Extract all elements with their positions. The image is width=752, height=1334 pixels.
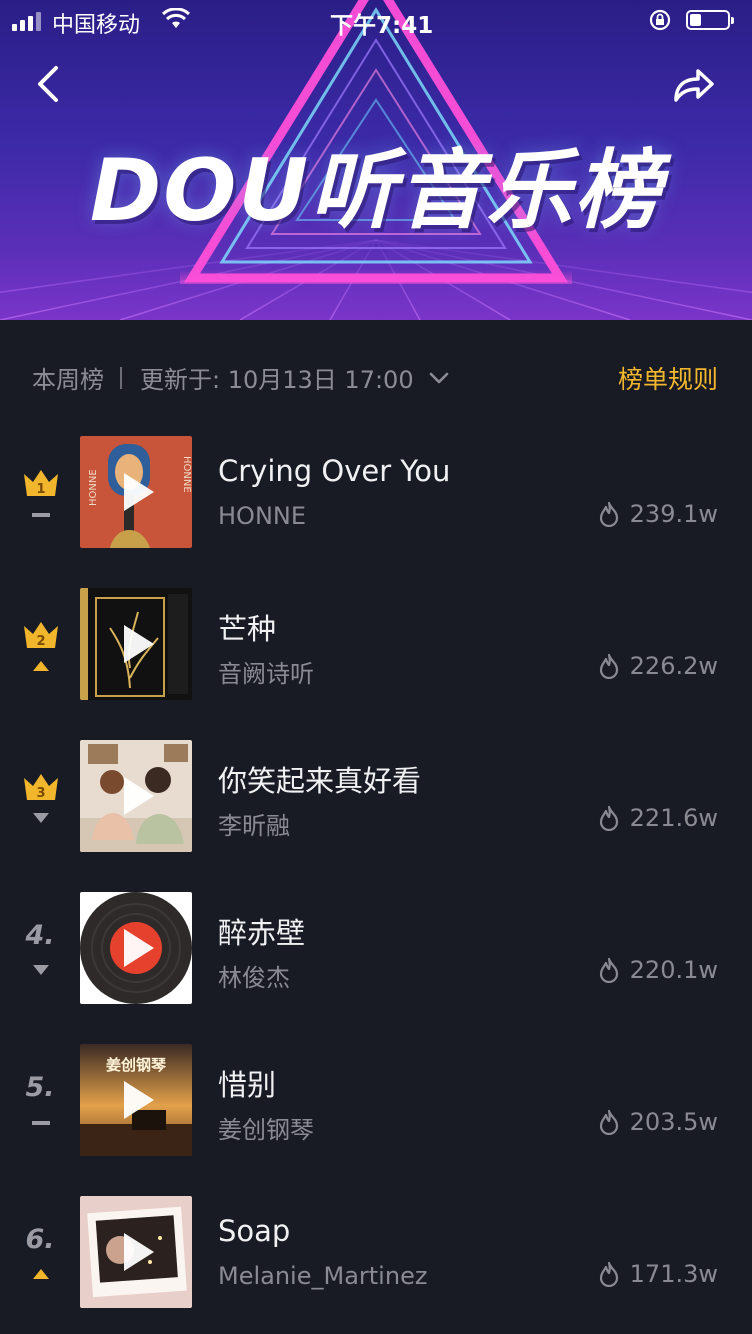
signal-strength-icon bbox=[12, 12, 41, 31]
clock: 下午7:41 bbox=[330, 13, 434, 39]
banner-title: DOU听音乐榜 bbox=[89, 141, 663, 241]
rank-number: 5. bbox=[25, 1072, 55, 1103]
song-artist: 音阙诗听 bbox=[218, 660, 314, 688]
music-chart-screen: 中国移动 下午7:41 DOU听音乐榜 本周榜 更新于: 10月13日 17:0… bbox=[0, 0, 752, 1334]
play-icon[interactable] bbox=[80, 1044, 192, 1156]
song-artist: Melanie_Martinez bbox=[218, 1262, 428, 1290]
song-title: 醉赤壁 bbox=[218, 916, 306, 950]
heat-count: 171.3w bbox=[598, 1260, 718, 1288]
play-icon[interactable] bbox=[80, 740, 192, 852]
heat-count: 221.6w bbox=[598, 804, 718, 832]
rank-indicator: 2 bbox=[14, 616, 68, 686]
heat-value: 221.6w bbox=[629, 804, 718, 832]
trend-down-icon bbox=[31, 810, 51, 824]
battery-icon bbox=[686, 10, 734, 30]
list-item[interactable]: 5. 姜创钢琴 惜别 姜创钢琴 203.5w bbox=[0, 1032, 752, 1184]
play-icon[interactable] bbox=[80, 892, 192, 1004]
song-artist: 李昕融 bbox=[218, 812, 290, 840]
chart-banner: 中国移动 下午7:41 DOU听音乐榜 bbox=[0, 0, 752, 320]
period-label: 本周榜 bbox=[32, 366, 104, 394]
chart-rules-link[interactable]: 榜单规则 bbox=[618, 360, 718, 396]
heat-count: 226.2w bbox=[598, 652, 718, 680]
album-cover[interactable] bbox=[80, 588, 192, 700]
wifi-icon bbox=[162, 8, 190, 28]
chart-period-info: 本周榜 更新于: 10月13日 17:00 bbox=[32, 360, 450, 395]
song-title: Crying Over You bbox=[218, 454, 451, 488]
rank-indicator: 6. bbox=[14, 1224, 68, 1294]
trend-up-icon bbox=[31, 658, 51, 672]
song-title: 你笑起来真好看 bbox=[218, 764, 422, 798]
flame-icon bbox=[599, 805, 618, 831]
song-artist: HONNE bbox=[218, 502, 307, 530]
trend-same-icon bbox=[31, 1114, 51, 1128]
song-title: 惜别 bbox=[218, 1068, 277, 1102]
rank-number: 6. bbox=[25, 1224, 55, 1255]
song-artist: 林俊杰 bbox=[218, 964, 290, 992]
list-item[interactable]: 3 你笑起来真好看 李昕融 221.6w bbox=[0, 728, 752, 880]
album-cover[interactable]: 姜创钢琴 bbox=[80, 1044, 192, 1156]
rank-indicator: 3 bbox=[14, 768, 68, 838]
heat-count: 220.1w bbox=[598, 956, 718, 984]
status-bar: 中国移动 下午7:41 bbox=[0, 0, 752, 42]
chart-meta-bar: 本周榜 更新于: 10月13日 17:00 榜单规则 bbox=[0, 320, 752, 410]
back-button[interactable] bbox=[28, 62, 68, 106]
song-artist: 姜创钢琴 bbox=[218, 1116, 314, 1144]
play-icon[interactable] bbox=[80, 436, 192, 548]
trend-same-icon bbox=[31, 506, 51, 520]
heat-value: 220.1w bbox=[629, 956, 718, 984]
trend-down-icon bbox=[31, 962, 51, 976]
heat-value: 239.1w bbox=[629, 500, 718, 528]
carrier-name: 中国移动 bbox=[52, 13, 141, 38]
album-cover[interactable]: HONNE HONNE bbox=[80, 436, 192, 548]
share-button[interactable] bbox=[668, 62, 716, 106]
heat-value: 171.3w bbox=[629, 1260, 718, 1288]
chevron-down-icon[interactable] bbox=[428, 371, 450, 385]
flame-icon bbox=[599, 501, 618, 527]
trend-up-icon bbox=[31, 1266, 51, 1280]
rotation-lock-icon bbox=[649, 9, 671, 31]
svg-text:1: 1 bbox=[36, 482, 45, 497]
song-chart-list: 1 HONNE HONNE Crying Over You HONNE 239.… bbox=[0, 424, 752, 1334]
album-cover[interactable] bbox=[80, 1196, 192, 1308]
play-icon[interactable] bbox=[80, 1196, 192, 1308]
crown-icon: 3 bbox=[22, 772, 60, 806]
rank-number: 4. bbox=[25, 920, 55, 951]
crown-icon: 1 bbox=[22, 468, 60, 502]
rank-indicator: 5. bbox=[14, 1072, 68, 1142]
svg-text:2: 2 bbox=[36, 634, 45, 649]
list-item[interactable]: 2 芒种 音阙诗听 226.2w bbox=[0, 576, 752, 728]
rank-indicator: 4. bbox=[14, 920, 68, 990]
list-item[interactable]: 1 HONNE HONNE Crying Over You HONNE 239.… bbox=[0, 424, 752, 576]
flame-icon bbox=[599, 1261, 618, 1287]
rank-indicator: 1 bbox=[14, 464, 68, 534]
flame-icon bbox=[599, 653, 618, 679]
heat-count: 203.5w bbox=[598, 1108, 718, 1136]
flame-icon bbox=[599, 957, 618, 983]
heat-count: 239.1w bbox=[598, 500, 718, 528]
heat-value: 226.2w bbox=[629, 652, 718, 680]
divider bbox=[120, 366, 122, 389]
flame-icon bbox=[599, 1109, 618, 1135]
update-time: 更新于: 10月13日 17:00 bbox=[140, 366, 414, 394]
crown-icon: 2 bbox=[22, 620, 60, 654]
song-title: 芒种 bbox=[218, 612, 277, 646]
album-cover[interactable] bbox=[80, 740, 192, 852]
svg-text:3: 3 bbox=[36, 786, 45, 801]
list-item[interactable]: 4. 醉赤壁 林俊杰 220.1w bbox=[0, 880, 752, 1032]
play-icon[interactable] bbox=[80, 588, 192, 700]
song-title: Soap bbox=[218, 1214, 291, 1248]
heat-value: 203.5w bbox=[629, 1108, 718, 1136]
list-item[interactable]: 6. Soap Melanie_Martinez 171.3w bbox=[0, 1184, 752, 1334]
album-cover[interactable] bbox=[80, 892, 192, 1004]
